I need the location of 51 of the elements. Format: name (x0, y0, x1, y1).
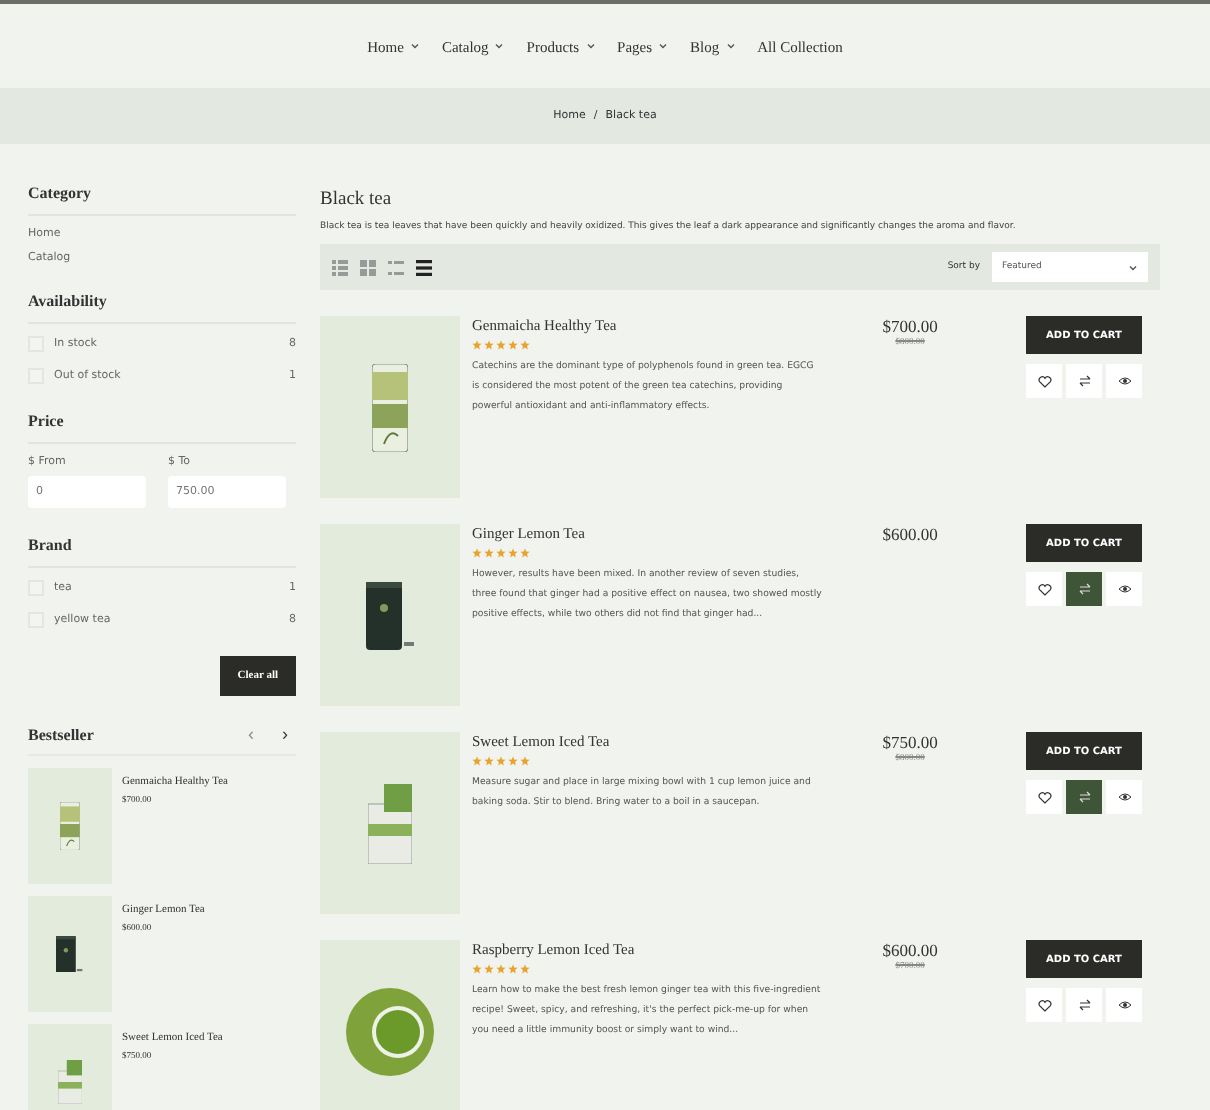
quick-view-button[interactable] (1106, 988, 1142, 1022)
compare-button[interactable] (1066, 572, 1102, 606)
section-heading: Bestseller (28, 725, 94, 743)
page-title: Black tea (320, 190, 394, 210)
swap-arrows-icon (1077, 998, 1091, 1012)
wishlist-button[interactable] (1026, 572, 1062, 606)
heart-icon (1037, 999, 1051, 1011)
eye-icon (1117, 584, 1131, 594)
tea-tin-drawing (56, 935, 84, 973)
rows-view-icon[interactable] (416, 259, 432, 275)
grid-view-icon[interactable] (360, 259, 376, 275)
product-price: $700.00 (880, 316, 940, 336)
product-image[interactable] (320, 524, 460, 706)
eye-icon (1117, 792, 1131, 802)
caret-icon (1128, 263, 1138, 271)
swap-arrows-icon (1077, 374, 1091, 388)
swap-arrows-icon (1077, 790, 1091, 804)
eye-icon (1117, 376, 1131, 386)
product-thumbnail[interactable] (28, 896, 112, 1012)
tea-box-drawing (57, 1060, 83, 1104)
compare-button[interactable] (1066, 364, 1102, 398)
quick-view-button[interactable] (1106, 780, 1142, 814)
product-thumbnail[interactable] (28, 768, 112, 884)
section-heading: Availability (28, 292, 296, 324)
eye-icon (1117, 1000, 1131, 1010)
product-price: $600.00 (880, 524, 940, 544)
product-price: $750.00 (880, 732, 940, 752)
swap-arrows-icon (1077, 582, 1091, 596)
section-heading: Category (28, 184, 296, 216)
tea-tin-drawing (366, 581, 414, 649)
product-price: $600.00 (880, 940, 940, 960)
section-heading: Brand (28, 536, 296, 568)
next-button[interactable]: › (274, 724, 296, 744)
section-heading: Price (28, 412, 296, 444)
wishlist-button[interactable] (1026, 988, 1062, 1022)
product-jar-drawing (60, 801, 80, 851)
heart-icon (1037, 791, 1051, 803)
compare-button[interactable] (1066, 780, 1102, 814)
product-jar-drawing (372, 363, 408, 451)
heart-icon (1037, 583, 1051, 595)
wishlist-button[interactable] (1026, 364, 1062, 398)
list-view-icon[interactable] (332, 259, 348, 275)
heart-icon (1037, 375, 1051, 387)
list-view-icon[interactable] (388, 259, 404, 275)
quick-view-button[interactable] (1106, 364, 1142, 398)
wishlist-button[interactable] (1026, 780, 1062, 814)
quick-view-button[interactable] (1106, 572, 1142, 606)
matcha-bowl-drawing (346, 987, 434, 1075)
compare-button[interactable] (1066, 988, 1102, 1022)
tea-box-drawing (368, 783, 412, 863)
product-thumbnail[interactable] (28, 1024, 112, 1110)
